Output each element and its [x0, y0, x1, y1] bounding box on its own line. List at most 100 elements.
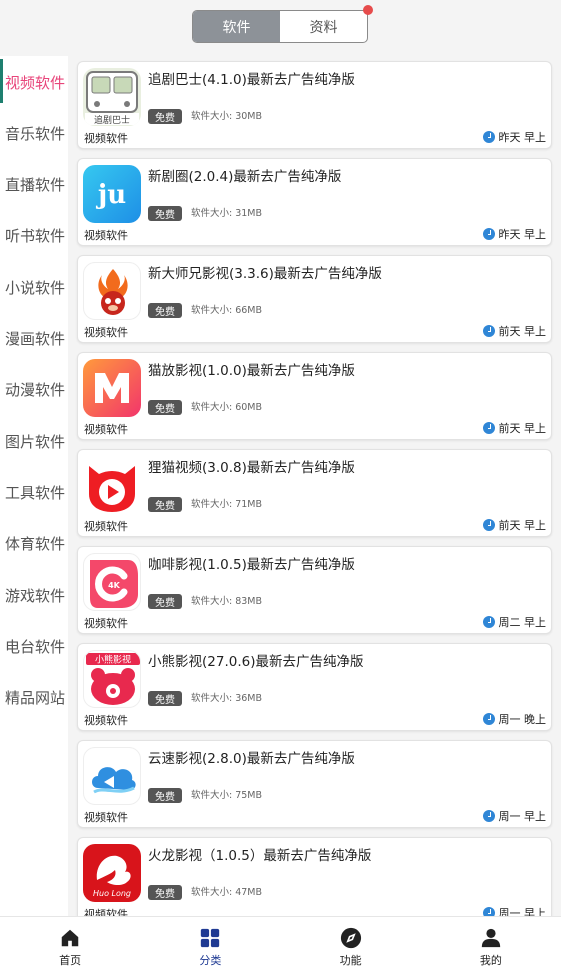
- top-bar: 软件 资料: [0, 0, 561, 54]
- free-badge: 免费: [148, 303, 182, 318]
- app-title[interactable]: 咖啡影视(1.0.5)最新去广告纯净版: [148, 553, 355, 573]
- free-badge: 免费: [148, 691, 182, 706]
- sidebar-item-games[interactable]: 游戏软件: [0, 574, 68, 616]
- app-title[interactable]: 云速影视(2.8.0)最新去广告纯净版: [148, 747, 355, 767]
- app-size: 软件大小: 83MB: [191, 596, 263, 607]
- tab-software[interactable]: 软件: [193, 11, 280, 42]
- nav-features-label: 功能: [339, 953, 362, 967]
- free-badge: 免费: [148, 109, 182, 124]
- sidebar-item-novel[interactable]: 小说软件: [0, 266, 68, 308]
- sidebar-item-radio[interactable]: 电台软件: [0, 625, 68, 667]
- nav-profile[interactable]: 我的: [421, 917, 561, 977]
- dragon-icon: Huo Long: [83, 844, 141, 902]
- app-category: 视频软件: [84, 908, 128, 916]
- sidebar-item-video[interactable]: 视频软件: [0, 61, 68, 103]
- grid-icon: [201, 928, 220, 947]
- nav-profile-label: 我的: [479, 953, 502, 967]
- app-category: 视频软件: [84, 617, 128, 630]
- ju-icon: ju: [83, 165, 141, 223]
- free-badge: 免费: [148, 400, 182, 415]
- app-category: 视频软件: [84, 811, 128, 824]
- app-size: 软件大小: 66MB: [191, 305, 263, 316]
- m-icon: [83, 359, 141, 417]
- sidebar-item-music[interactable]: 音乐软件: [0, 112, 68, 154]
- svg-text:追剧巴士: 追剧巴士: [94, 114, 130, 126]
- cloud-icon: [83, 747, 141, 805]
- svg-text:小熊影视: 小熊影视: [95, 654, 131, 666]
- clock-icon: [482, 228, 495, 240]
- nav-home-label: 首页: [59, 953, 82, 967]
- home-icon: [61, 929, 79, 946]
- app-title[interactable]: 新大师兄影视(3.3.6)最新去广告纯净版: [148, 262, 382, 282]
- clock-icon: [482, 713, 495, 725]
- cat-play-icon: [83, 456, 141, 514]
- app-category: 视频软件: [84, 132, 128, 145]
- app-card[interactable]: 猫放影视(1.0.0)最新去广告纯净版 免费 软件大小: 60MB 视频软件 前…: [77, 352, 552, 440]
- free-badge: 免费: [148, 206, 182, 221]
- sidebar-item-anime[interactable]: 动漫软件: [0, 368, 68, 410]
- nav-home[interactable]: 首页: [0, 917, 140, 977]
- app-time: 昨天 早上: [482, 129, 546, 145]
- clock-icon: [482, 131, 495, 143]
- nav-features[interactable]: 功能: [281, 917, 421, 977]
- sidebar-item-live[interactable]: 直播软件: [0, 163, 68, 205]
- app-title[interactable]: 火龙影视（1.0.5）最新去广告纯净版: [148, 844, 371, 864]
- app-category: 视频软件: [84, 326, 128, 339]
- sidebar-item-tools[interactable]: 工具软件: [0, 471, 68, 513]
- app-card[interactable]: 云速影视(2.8.0)最新去广告纯净版 免费 软件大小: 75MB 视频软件 周…: [77, 740, 552, 828]
- app-card[interactable]: ju 新剧圈(2.0.4)最新去广告纯净版 免费 软件大小: 31MB 视频软件…: [77, 158, 552, 246]
- app-time: 周一 早上: [482, 808, 546, 824]
- app-time: 周一 早上: [482, 905, 546, 916]
- clock-icon: [482, 325, 495, 337]
- app-size: 软件大小: 60MB: [191, 402, 263, 413]
- category-sidebar: 视频软件 音乐软件 直播软件 听书软件 小说软件 漫画软件 动漫软件 图片软件 …: [0, 56, 68, 916]
- svg-text:4K: 4K: [108, 581, 121, 590]
- app-card[interactable]: 追剧巴士 追剧巴士(4.1.0)最新去广告纯净版 免费 软件大小: 30MB 视…: [77, 61, 552, 149]
- sidebar-item-audiobook[interactable]: 听书软件: [0, 214, 68, 256]
- app-size: 软件大小: 71MB: [191, 499, 263, 510]
- app-size: 软件大小: 47MB: [191, 887, 263, 898]
- clock-icon: [482, 519, 495, 531]
- app-category: 视频软件: [84, 423, 128, 436]
- app-title[interactable]: 新剧圈(2.0.4)最新去广告纯净版: [148, 165, 341, 185]
- app-category: 视频软件: [84, 520, 128, 533]
- sidebar-item-sports[interactable]: 体育软件: [0, 522, 68, 564]
- app-size: 软件大小: 31MB: [191, 208, 263, 219]
- app-time: 周一 晚上: [482, 711, 546, 727]
- app-card[interactable]: 狸猫视频(3.0.8)最新去广告纯净版 免费 软件大小: 71MB 视频软件 前…: [77, 449, 552, 537]
- tab-resources[interactable]: 资料: [280, 11, 367, 42]
- app-card[interactable]: 4K 咖啡影视(1.0.5)最新去广告纯净版 免费 软件大小: 83MB 视频软…: [77, 546, 552, 634]
- app-size: 软件大小: 30MB: [191, 111, 263, 122]
- app-time: 昨天 早上: [482, 226, 546, 242]
- sidebar-item-comic[interactable]: 漫画软件: [0, 317, 68, 359]
- app-title[interactable]: 猫放影视(1.0.0)最新去广告纯净版: [148, 359, 355, 379]
- app-title[interactable]: 小熊影视(27.0.6)最新去广告纯净版: [148, 650, 363, 670]
- sidebar-item-image[interactable]: 图片软件: [0, 420, 68, 462]
- svg-text:ju: ju: [96, 180, 126, 210]
- compass-icon: [340, 927, 361, 948]
- clock-icon: [482, 907, 495, 916]
- notification-dot: [363, 5, 373, 15]
- 4k-icon: 4K: [83, 553, 141, 611]
- user-icon: [481, 928, 501, 947]
- clock-icon: [482, 616, 495, 628]
- nav-category-label: 分类: [199, 953, 222, 967]
- app-card[interactable]: Huo Long 火龙影视（1.0.5）最新去广告纯净版 免费 软件大小: 47…: [77, 837, 552, 916]
- sidebar-item-websites[interactable]: 精品网站: [0, 676, 68, 718]
- app-list: 追剧巴士 追剧巴士(4.1.0)最新去广告纯净版 免费 软件大小: 30MB 视…: [68, 54, 561, 916]
- bus-icon: 追剧巴士: [83, 68, 141, 126]
- app-card[interactable]: 新大师兄影视(3.3.6)最新去广告纯净版 免费 软件大小: 66MB 视频软件…: [77, 255, 552, 343]
- app-time: 前天 早上: [482, 323, 546, 339]
- free-badge: 免费: [148, 594, 182, 609]
- free-badge: 免费: [148, 788, 182, 803]
- app-title[interactable]: 追剧巴士(4.1.0)最新去广告纯净版: [148, 68, 355, 88]
- nav-category[interactable]: 分类: [140, 917, 280, 977]
- clock-icon: [482, 810, 495, 822]
- app-time: 周二 早上: [482, 614, 546, 630]
- segmented-control: 软件 资料: [192, 10, 368, 43]
- bear-icon: 小熊影视: [83, 650, 141, 708]
- app-card[interactable]: 小熊影视 小熊影视(27.0.6)最新去广告纯净版 免费 软件大小: 36MB …: [77, 643, 552, 731]
- free-badge: 免费: [148, 885, 182, 900]
- app-title[interactable]: 狸猫视频(3.0.8)最新去广告纯净版: [148, 456, 355, 476]
- app-size: 软件大小: 36MB: [191, 693, 263, 704]
